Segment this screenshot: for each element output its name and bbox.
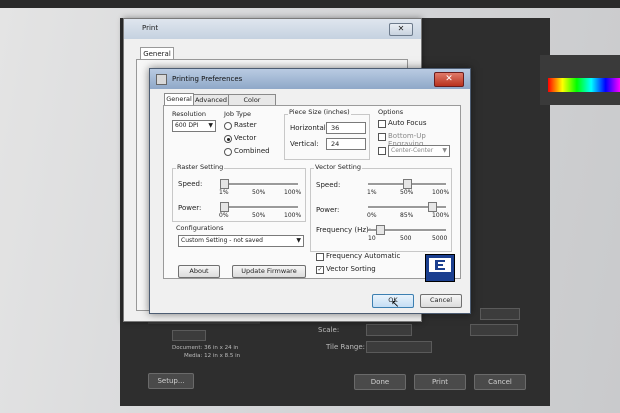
vector-sorting-label: Vector Sorting xyxy=(326,265,376,273)
size-field[interactable] xyxy=(480,308,520,320)
raster-speed-tick-max: 100% xyxy=(284,189,302,196)
radio-vector-label: Vector xyxy=(234,134,257,142)
scale-field[interactable] xyxy=(366,324,412,336)
raster-power-label: Power: xyxy=(178,204,202,212)
raster-power-tick-max: 100% xyxy=(284,212,302,219)
radio-combined[interactable] xyxy=(224,148,232,156)
center-checkbox[interactable] xyxy=(378,147,386,155)
configurations-value: Custom Setting - not saved xyxy=(181,237,263,244)
job-type-label: Job Type xyxy=(224,110,252,118)
resolution-value: 600 DPI xyxy=(175,122,199,129)
horizontal-input[interactable]: 36 xyxy=(326,122,366,134)
center-select-value: Center-Center xyxy=(391,147,434,154)
prefs-close-button[interactable]: ✕ xyxy=(434,72,464,87)
print-button[interactable]: Print xyxy=(414,374,466,390)
vector-speed-thumb[interactable] xyxy=(403,179,412,189)
printer-icon xyxy=(156,74,167,85)
scale-label: Scale: xyxy=(318,326,340,334)
vector-speed-tick-max: 100% xyxy=(432,189,450,196)
chevron-down-icon: ▼ xyxy=(442,147,447,154)
vector-speed-label: Speed: xyxy=(316,181,341,189)
page-field[interactable] xyxy=(172,330,206,341)
ps-cancel-button[interactable]: Cancel xyxy=(474,374,526,390)
cancel-button[interactable]: Cancel xyxy=(420,294,462,308)
percent-field[interactable] xyxy=(470,324,518,336)
frequency-label: Frequency (Hz): xyxy=(316,226,372,234)
vector-setting-label: Vector Setting xyxy=(314,163,363,171)
vector-speed-tick-mid: 50% xyxy=(400,189,414,196)
tile-range-label: Tile Range: xyxy=(326,343,366,351)
vector-power-tick-mid: 85% xyxy=(400,212,414,219)
print-close-button[interactable]: ✕ xyxy=(389,23,413,36)
frequency-automatic-label: Frequency Automatic xyxy=(326,252,401,260)
vector-speed-tick-min: 1% xyxy=(367,189,377,196)
raster-speed-label: Speed: xyxy=(178,180,203,188)
radio-combined-label: Combined xyxy=(234,147,270,155)
bottom-up-checkbox[interactable] xyxy=(378,133,386,141)
done-button[interactable]: Done xyxy=(354,374,406,390)
piece-size-group xyxy=(284,114,370,160)
radio-vector[interactable] xyxy=(224,135,232,143)
setup-button[interactable]: Setup... xyxy=(148,373,194,389)
prefs-title: Printing Preferences xyxy=(172,75,243,83)
vector-power-label: Power: xyxy=(316,206,340,214)
raster-power-tick-mid: 50% xyxy=(252,212,266,219)
vector-power-tick-max: 100% xyxy=(432,212,450,219)
piece-size-label: Piece Size (inches) xyxy=(288,108,351,116)
radio-raster[interactable] xyxy=(224,122,232,130)
mouse-cursor-icon: ↖ xyxy=(391,299,400,310)
vector-power-tick-min: 0% xyxy=(367,212,377,219)
frequency-thumb[interactable] xyxy=(376,225,386,235)
auto-focus-label: Auto Focus xyxy=(388,119,427,127)
raster-speed-slider[interactable] xyxy=(220,183,298,186)
document-size-text: Document: 36 in x 24 in xyxy=(172,345,239,351)
frequency-tick-mid: 500 xyxy=(400,235,412,242)
update-firmware-button[interactable]: Update Firmware xyxy=(232,265,306,278)
printing-preferences-dialog: Printing Preferences ✕ General Advanced … xyxy=(149,68,471,314)
raster-setting-label: Raster Setting xyxy=(176,163,225,171)
chevron-down-icon: ▼ xyxy=(296,237,301,244)
raster-speed-tick-mid: 50% xyxy=(252,189,266,196)
vertical-label: Vertical: xyxy=(290,140,319,148)
epilog-logo xyxy=(425,254,455,282)
raster-power-tick-min: 0% xyxy=(219,212,229,219)
vector-sorting-checkbox[interactable]: ✓ xyxy=(316,266,324,274)
color-swatch-bar xyxy=(548,78,620,92)
radio-raster-label: Raster xyxy=(234,121,257,129)
vertical-input[interactable]: 24 xyxy=(326,138,366,150)
epilog-logo-mark xyxy=(429,258,451,272)
frequency-tick-min: 10 xyxy=(368,235,376,242)
vector-power-thumb[interactable] xyxy=(427,202,437,212)
resolution-select[interactable]: 600 DPI ▼ xyxy=(172,120,216,132)
center-select[interactable]: Center-Center ▼ xyxy=(388,145,450,157)
monitor-bezel xyxy=(0,0,620,8)
options-label: Options xyxy=(378,108,404,116)
horizontal-label: Horizontal: xyxy=(290,124,329,132)
frequency-tick-max: 5000 xyxy=(432,235,448,242)
frequency-automatic-checkbox[interactable] xyxy=(316,253,324,261)
configurations-select[interactable]: Custom Setting - not saved ▼ xyxy=(178,235,304,247)
print-dialog-titlebar: Print ✕ xyxy=(124,19,421,39)
configurations-label: Configurations xyxy=(176,224,224,232)
media-size-text: Media: 12 in x 8.5 in xyxy=(184,353,241,359)
raster-power-thumb[interactable] xyxy=(220,202,229,212)
print-dialog-title: Print xyxy=(142,24,159,32)
raster-power-slider[interactable] xyxy=(220,206,298,209)
general-panel: Resolution 600 DPI ▼ Job Type Raster Vec… xyxy=(163,105,461,282)
about-button[interactable]: About xyxy=(178,265,220,278)
raster-speed-thumb[interactable] xyxy=(220,179,229,189)
chevron-down-icon: ▼ xyxy=(208,122,213,129)
raster-speed-tick-min: 1% xyxy=(219,189,229,196)
resolution-label: Resolution xyxy=(172,110,206,118)
tile-range-field[interactable] xyxy=(366,341,432,353)
auto-focus-checkbox[interactable] xyxy=(378,120,386,128)
prefs-titlebar: Printing Preferences ✕ xyxy=(150,69,470,89)
